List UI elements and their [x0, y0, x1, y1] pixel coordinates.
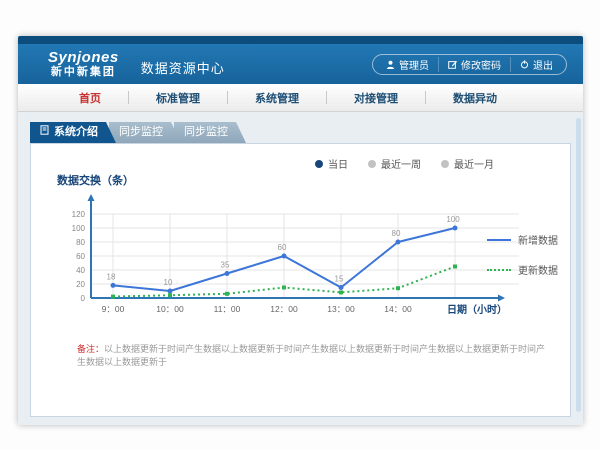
- tab-sync-monitor-1[interactable]: 同步监控: [109, 122, 181, 143]
- radio-last-week[interactable]: 最近一周: [368, 156, 421, 171]
- time-range-filters: 当日 最近一周 最近一月: [315, 156, 494, 171]
- legend-new-data-label: 新增数据: [518, 232, 558, 247]
- tab-sync-monitor-1-label: 同步监控: [119, 122, 163, 143]
- nav-item-home[interactable]: 首页: [52, 90, 128, 106]
- main-nav: 首页 标准管理 系统管理 对接管理 数据异动: [18, 84, 583, 112]
- nav-item-standard-mgmt[interactable]: 标准管理: [129, 90, 227, 106]
- svg-text:80: 80: [392, 229, 401, 238]
- page-title: 数据资源中心: [141, 52, 225, 77]
- top-strip: [18, 36, 583, 44]
- vertical-scrollbar[interactable]: [576, 118, 581, 412]
- radio-unselected-icon: [441, 160, 449, 168]
- svg-text:120: 120: [72, 210, 86, 219]
- line-chart: 0 20 40 60 80 100 120 9：00 10：00 11：00 12：00 13：00 1…: [47, 192, 525, 327]
- admin-user-button[interactable]: 管理员: [377, 57, 438, 72]
- svg-text:9：00: 9：00: [102, 304, 125, 314]
- content-area: 系统介绍 同步监控 同步监控 当日 最近一周: [18, 112, 583, 425]
- footnote-text: 以上数据更新于时间产生数据以上数据更新于时间产生数据以上数据更新于时间产生数据以…: [77, 344, 545, 367]
- chart-panel: 当日 最近一周 最近一月 数据交换（条） 0 20 40 60 80 100 120 9：00…: [30, 143, 571, 417]
- change-password-button[interactable]: 修改密码: [438, 57, 510, 72]
- logout-label: 退出: [533, 57, 553, 72]
- svg-text:40: 40: [76, 266, 85, 275]
- change-password-label: 修改密码: [461, 57, 501, 72]
- radio-today[interactable]: 当日: [315, 156, 348, 171]
- nav-item-interface-mgmt[interactable]: 对接管理: [327, 90, 425, 106]
- logo-wordmark: Synjones: [48, 50, 119, 67]
- footnote-prefix: 备注：: [77, 344, 104, 354]
- footnote: 备注：以上数据更新于时间产生数据以上数据更新于时间产生数据以上数据更新于时间产生…: [77, 342, 546, 368]
- tab-sync-monitor-2-label: 同步监控: [184, 122, 228, 143]
- blue-line-swatch-icon: [487, 239, 511, 241]
- logout-button[interactable]: 退出: [510, 57, 562, 72]
- radio-unselected-icon: [368, 160, 376, 168]
- svg-text:0: 0: [81, 294, 86, 303]
- radio-last-week-label: 最近一周: [381, 156, 421, 171]
- app-window: Synjones 新中新集团 数据资源中心 管理员 修改密码 退出: [18, 36, 583, 425]
- logo-company-name: 新中新集团: [48, 66, 119, 78]
- svg-text:60: 60: [278, 243, 287, 252]
- radio-last-month-label: 最近一月: [454, 156, 494, 171]
- svg-text:18: 18: [107, 272, 116, 281]
- document-icon: [40, 122, 49, 143]
- legend-item-new-data[interactable]: 新增数据: [487, 232, 558, 247]
- tab-system-intro-label: 系统介绍: [54, 122, 98, 143]
- y-axis-title: 数据交换（条）: [57, 172, 134, 188]
- user-icon: [386, 60, 395, 69]
- svg-text:20: 20: [76, 280, 85, 289]
- app-header: Synjones 新中新集团 数据资源中心 管理员 修改密码 退出: [18, 44, 583, 84]
- nav-item-system-mgmt[interactable]: 系统管理: [228, 90, 326, 106]
- svg-text:10: 10: [164, 278, 173, 287]
- green-dotted-swatch-icon: [487, 269, 511, 271]
- svg-text:14：00: 14：00: [384, 304, 412, 314]
- nav-item-data-change[interactable]: 数据异动: [426, 90, 524, 106]
- power-icon: [520, 60, 529, 69]
- svg-text:80: 80: [76, 238, 85, 247]
- tab-bar: 系统介绍 同步监控 同步监控: [30, 122, 583, 143]
- tab-sync-monitor-2[interactable]: 同步监控: [174, 122, 246, 143]
- svg-text:13：00: 13：00: [327, 304, 355, 314]
- company-logo: Synjones 新中新集团: [48, 50, 119, 79]
- legend-item-updated-data[interactable]: 更新数据: [487, 262, 558, 277]
- svg-text:15: 15: [335, 275, 344, 284]
- chart-legend: 新增数据 更新数据: [487, 232, 558, 277]
- svg-text:60: 60: [76, 252, 85, 261]
- user-menu: 管理员 修改密码 退出: [372, 54, 567, 75]
- svg-text:12：00: 12：00: [270, 304, 298, 314]
- svg-text:10：00: 10：00: [156, 304, 184, 314]
- tab-system-intro[interactable]: 系统介绍: [30, 122, 116, 143]
- svg-text:日期（小时）: 日期（小时）: [447, 303, 507, 316]
- radio-selected-icon: [315, 160, 323, 168]
- svg-text:35: 35: [221, 261, 230, 270]
- legend-updated-data-label: 更新数据: [518, 262, 558, 277]
- admin-user-label: 管理员: [399, 57, 429, 72]
- edit-icon: [448, 60, 457, 69]
- svg-text:100: 100: [446, 215, 460, 224]
- radio-today-label: 当日: [328, 156, 348, 171]
- radio-last-month[interactable]: 最近一月: [441, 156, 494, 171]
- svg-text:11：00: 11：00: [214, 304, 241, 314]
- svg-text:100: 100: [72, 224, 86, 233]
